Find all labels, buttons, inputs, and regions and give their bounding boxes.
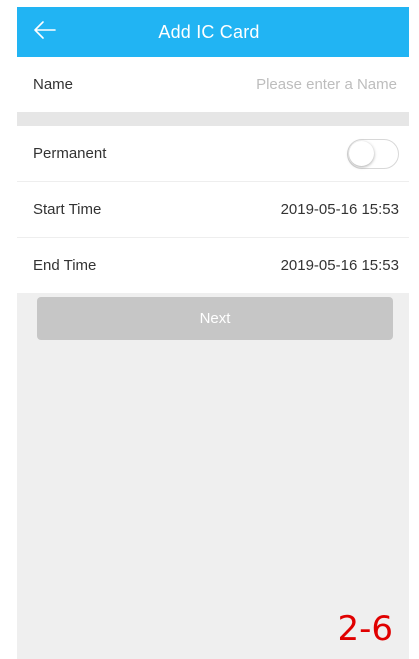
app-screen: Add IC Card Name Permanent Start Time 20… <box>17 7 409 659</box>
permanent-row: Permanent <box>17 126 409 181</box>
end-time-label: End Time <box>33 257 97 274</box>
header-bar: Add IC Card <box>17 7 409 57</box>
back-button[interactable] <box>27 15 63 49</box>
section-gap <box>17 112 409 126</box>
start-time-row[interactable]: Start Time 2019-05-16 15:53 <box>17 182 409 237</box>
arrow-left-icon <box>33 20 57 45</box>
name-input[interactable] <box>185 75 399 94</box>
end-time-value: 2019-05-16 15:53 <box>280 257 399 274</box>
permanent-label: Permanent <box>33 145 107 162</box>
start-time-value: 2019-05-16 15:53 <box>280 201 399 218</box>
step-annotation: 2-6 <box>337 609 393 649</box>
start-time-label: Start Time <box>33 201 102 218</box>
name-row: Name <box>17 57 409 112</box>
permanent-toggle[interactable] <box>347 138 399 169</box>
page-title: Add IC Card <box>158 21 260 42</box>
end-time-row[interactable]: End Time 2019-05-16 15:53 <box>17 238 409 293</box>
name-label: Name <box>33 76 74 93</box>
next-button[interactable]: Next <box>37 297 393 340</box>
toggle-knob <box>349 140 374 166</box>
